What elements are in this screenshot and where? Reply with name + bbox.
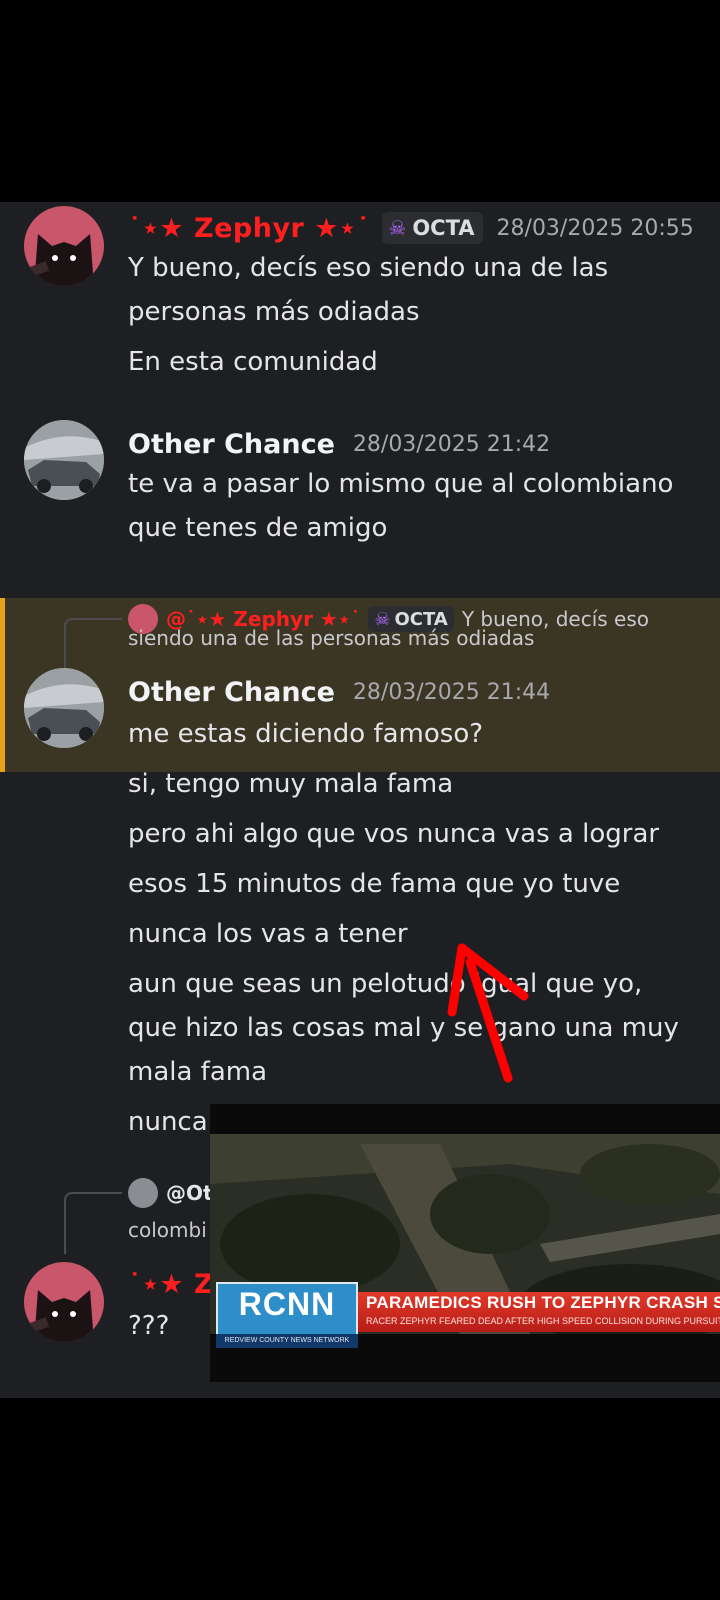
news-headline: PARAMEDICS RUSH TO ZEPHYR CRASH SITE <box>366 1293 720 1312</box>
news-network-name: REDVIEW COUNTY NEWS NETWORK <box>216 1334 358 1348</box>
news-subheadline: RACER ZEPHYR FEARED DEAD AFTER HIGH SPEE… <box>366 1316 720 1326</box>
news-video-overlay[interactable]: RCNN REDVIEW COUNTY NEWS NETWORK PARAMED… <box>210 1104 720 1382</box>
news-logo: RCNN <box>216 1282 358 1340</box>
news-ticker: PARAMEDICS RUSH TO ZEPHYR CRASH SITE RAC… <box>358 1292 720 1332</box>
news-logo-text: RCNN <box>238 1286 336 1322</box>
